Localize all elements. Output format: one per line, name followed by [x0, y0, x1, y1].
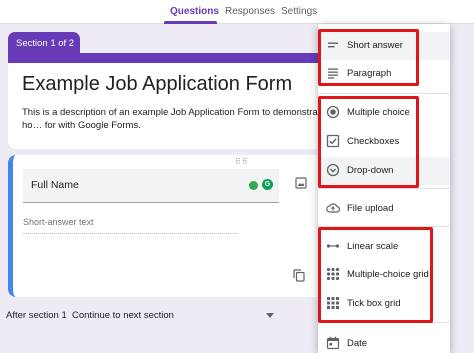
duplicate-icon[interactable] [293, 269, 305, 282]
calendar-icon [326, 336, 340, 350]
top-tab-bar: Questions Responses Settings [0, 0, 474, 24]
menu-divider [318, 93, 450, 94]
tab-responses[interactable]: Responses [225, 6, 275, 17]
status-dot-icon [249, 181, 258, 190]
form-title[interactable]: Example Job Application Form [22, 73, 292, 96]
question-card[interactable]: ⠿⠿ Full Name G Short-answer text [8, 155, 338, 297]
form-title-card[interactable]: Example Job Application Form This is a d… [8, 53, 338, 149]
menu-label-file-upload: File upload [347, 203, 394, 214]
dropdown-caret-icon[interactable] [266, 313, 274, 318]
menu-item-date[interactable]: Date [318, 330, 450, 353]
grammarly-icon[interactable]: G [262, 179, 273, 190]
menu-label-date: Date [347, 338, 368, 349]
menu-divider [318, 188, 450, 189]
form-description[interactable]: This is a description of an example Job … [22, 107, 332, 133]
after-section-select[interactable]: Continue to next section [72, 310, 174, 321]
menu-item-file-upload[interactable]: File upload [318, 195, 450, 223]
active-tab-indicator [164, 21, 217, 24]
highlight-box-grid-types [318, 227, 433, 323]
after-section-label: After section 1 [6, 310, 67, 321]
question-title: Full Name [31, 179, 79, 191]
add-image-icon[interactable] [295, 177, 307, 189]
highlight-box-text-types [318, 29, 419, 86]
tab-questions[interactable]: Questions [170, 6, 219, 17]
short-answer-placeholder: Short-answer text [23, 217, 237, 234]
tab-settings[interactable]: Settings [281, 6, 317, 17]
drag-handle-icon[interactable]: ⠿⠿ [235, 157, 249, 166]
cloud-upload-icon [326, 203, 340, 213]
highlight-box-choice-types [318, 96, 419, 188]
